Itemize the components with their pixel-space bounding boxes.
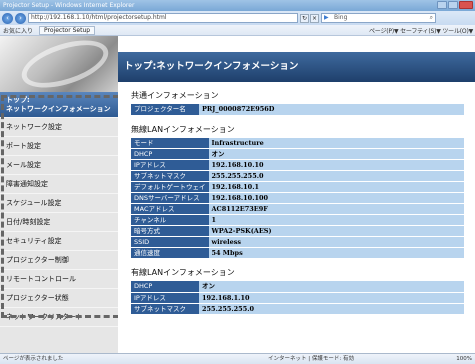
row-key: MACアドレス [131, 203, 209, 215]
table-row: モード Infrastructure [131, 137, 464, 149]
table-row: SSID wireless [131, 236, 464, 248]
row-key: IPアドレス [131, 292, 199, 304]
table-row: IPアドレス 192.168.10.10 [131, 159, 464, 171]
table-row: IPアドレス 192.168.1.10 [131, 292, 464, 304]
section-title-common: 共通インフォメーション [131, 91, 219, 100]
info-table-wireless: モード Infrastructure DHCP オン IPアドレス 192.168.1… [131, 137, 464, 259]
row-key: SSID [131, 236, 209, 248]
zoom-level[interactable]: 100% [456, 354, 472, 364]
row-value: PRJ_0000872E956D [199, 104, 464, 116]
row-value: 1 [208, 214, 464, 226]
bing-logo-icon: ▶ [324, 14, 329, 21]
browser-tab[interactable]: Projector Setup [39, 25, 96, 35]
table-row: サブネットマスク 255.255.255.0 [131, 170, 464, 182]
row-key: プロジェクター名 [131, 104, 199, 116]
row-value: 192.168.10.1 [208, 181, 464, 193]
row-value: AC8112E73E9F [208, 203, 464, 215]
row-key: 暗号方式 [131, 225, 209, 237]
table-row: チャンネル 1 [131, 214, 464, 226]
status-bar: ページが表示されました インターネット | 保護モード: 有効 100% [0, 353, 475, 364]
row-key: チャンネル [131, 214, 209, 226]
row-key: DHCP [131, 281, 199, 293]
info-content: 共通インフォメーション プロジェクター名 PRJ_0000872E956D 無線… [118, 91, 475, 315]
row-value: wireless [208, 236, 464, 248]
row-key: サブネットマスク [131, 303, 199, 315]
favorites-button[interactable]: お気に入り [0, 26, 36, 35]
command-tools[interactable]: ページ(P)▼ セーフティ(S)▼ ツール(O)▼ [369, 26, 475, 35]
highlight-bracket [1, 95, 119, 318]
address-bar: ‹ › http://192.168.1.10/html/projectorse… [0, 11, 475, 25]
minimize-button[interactable] [437, 1, 447, 9]
section-title-wired: 有線LANインフォメーション [131, 268, 235, 277]
section-title-wireless: 無線LANインフォメーション [131, 124, 235, 134]
row-key: DNSサーバーアドレス [131, 192, 209, 204]
refresh-icon[interactable]: ↻ [300, 13, 309, 23]
table-row: DHCP オン [131, 281, 464, 293]
back-arrow-icon[interactable]: ‹ [2, 12, 13, 24]
table-row: 通信速度 54 Mbps [131, 247, 464, 259]
forward-arrow-icon[interactable]: › [15, 12, 26, 24]
row-value: オン [208, 148, 464, 160]
row-value: 255.255.255.0 [208, 170, 464, 182]
page-title: トップ:ネットワークインフォメーション [118, 52, 475, 82]
address-actions: ↻ × [300, 13, 319, 23]
row-value: Infrastructure [208, 137, 464, 149]
row-key: デフォルトゲートウェイ [131, 181, 209, 193]
window-controls [437, 1, 473, 10]
status-text: ページが表示されました [3, 356, 64, 362]
table-row: プロジェクター名 PRJ_0000872E956D [131, 104, 464, 116]
row-key: DHCP [131, 148, 209, 160]
row-value: オン [199, 281, 464, 293]
info-table-wired: DHCP オン IPアドレス 192.168.1.10 サブネットマスク 255.25… [131, 281, 464, 315]
url-input[interactable]: http://192.168.1.10/html/projectorsetup.… [28, 13, 298, 23]
row-key: 通信速度 [131, 247, 209, 259]
row-value: 54 Mbps [208, 247, 464, 259]
row-key: サブネットマスク [131, 170, 209, 182]
stop-icon[interactable]: × [310, 13, 319, 23]
security-zone: インターネット | 保護モード: 有効 [268, 356, 354, 362]
close-button[interactable] [459, 1, 473, 9]
row-value: WPA2-PSK(AES) [208, 225, 464, 237]
search-input[interactable]: ▶ Bing ⌕ [321, 13, 436, 23]
search-icon[interactable]: ⌕ [430, 14, 433, 22]
command-bar: お気に入り Projector Setup ページ(P)▼ セーフティ(S)▼ … [0, 25, 475, 36]
table-row: サブネットマスク 255.255.255.0 [131, 303, 464, 315]
window-title: Projector Setup - Windows Internet Explo… [3, 2, 135, 9]
table-row: デフォルトゲートウェイ 192.168.10.1 [131, 181, 464, 193]
window-title-bar: Projector Setup - Windows Internet Explo… [0, 0, 475, 11]
row-key: IPアドレス [131, 159, 209, 171]
table-row: DNSサーバーアドレス 192.168.10.100 [131, 192, 464, 204]
row-value: 192.168.10.10 [208, 159, 464, 171]
row-value: 192.168.1.10 [199, 292, 464, 304]
table-row: DHCP オン [131, 148, 464, 160]
swoosh-decoration [16, 36, 114, 92]
row-value: 255.255.255.0 [199, 303, 464, 315]
search-placeholder: Bing [334, 14, 348, 21]
maximize-button[interactable] [448, 1, 458, 9]
row-key: モード [131, 137, 209, 149]
sidebar-logo-graphic [0, 36, 118, 92]
table-row: MACアドレス AC8112E73E9F [131, 203, 464, 215]
row-value: 192.168.10.100 [208, 192, 464, 204]
table-row: 暗号方式 WPA2-PSK(AES) [131, 225, 464, 237]
info-table-common: プロジェクター名 PRJ_0000872E956D [131, 104, 464, 116]
page-content: トップ: ネットワークインフォメーション ネットワーク設定 ポート設定 メール設… [0, 36, 475, 353]
main-content: トップ:ネットワークインフォメーション 共通インフォメーション プロジェクター名… [118, 36, 475, 353]
